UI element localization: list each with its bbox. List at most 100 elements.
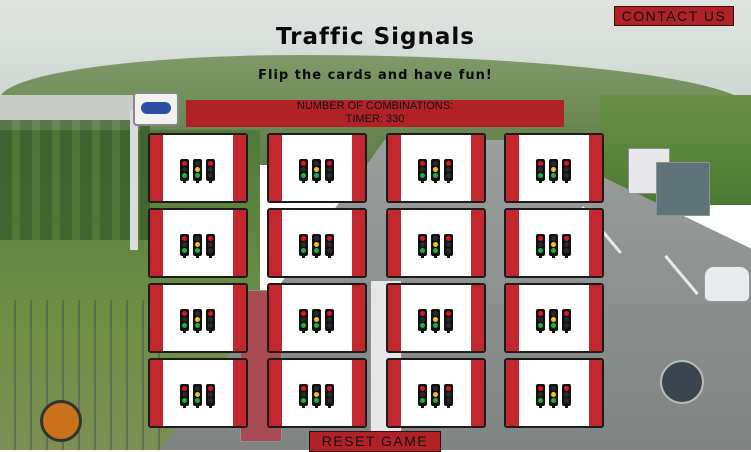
traffic-light-icon [179,234,190,258]
traffic-light-icon [311,234,322,258]
card-band-right [233,360,246,426]
card-band-left [388,285,401,351]
card-band-right [233,210,246,276]
traffic-light-icon [430,309,441,333]
card-band-right [471,135,484,201]
card-band-right [471,285,484,351]
traffic-lights-icon [417,234,457,258]
traffic-light-icon [548,384,559,408]
card-band-right [352,360,365,426]
card-band-left [269,285,282,351]
traffic-lights-icon [179,234,219,258]
traffic-lights-icon [535,234,575,258]
card-band-right [589,210,602,276]
memory-card[interactable] [386,283,486,353]
traffic-light-icon [430,159,441,183]
traffic-lights-icon [298,384,338,408]
road-sign [660,360,704,404]
traffic-light-icon [192,309,203,333]
memory-card[interactable] [504,208,604,278]
truck [656,162,710,216]
traffic-light-icon [417,234,428,258]
traffic-lights-icon [179,309,219,333]
reset-game-button[interactable]: RESET GAME [309,431,441,452]
traffic-light-icon [443,234,454,258]
traffic-light-icon [417,309,428,333]
memory-card[interactable] [504,133,604,203]
traffic-lights-icon [179,159,219,183]
memory-card[interactable] [386,133,486,203]
traffic-light-icon [561,384,572,408]
page-subtitle: Flip the cards and have fun! [258,68,493,83]
memory-card[interactable] [504,358,604,428]
memory-card[interactable] [148,358,248,428]
traffic-light-icon [535,234,546,258]
card-band-right [589,285,602,351]
card-band-left [506,360,519,426]
memory-card[interactable] [504,283,604,353]
card-band-left [388,360,401,426]
traffic-light-icon [443,159,454,183]
traffic-light-icon [298,384,309,408]
card-band-left [506,285,519,351]
combinations-counter: NUMBER OF COMBINATIONS: [296,100,454,112]
traffic-light-icon [205,234,216,258]
memory-card[interactable] [267,208,367,278]
sign-pole [130,110,138,250]
memory-card[interactable] [386,208,486,278]
traffic-light-icon [417,384,428,408]
tree-line [0,120,150,240]
card-band-right [589,135,602,201]
memory-card[interactable] [267,358,367,428]
traffic-light-icon [324,234,335,258]
traffic-light-icon [298,234,309,258]
traffic-lights-icon [417,309,457,333]
card-band-left [388,135,401,201]
traffic-light-icon [298,309,309,333]
timer: TIMER: 330 [345,113,405,125]
traffic-light-icon [417,159,428,183]
traffic-light-icon [430,234,441,258]
memory-card[interactable] [386,358,486,428]
card-band-right [233,285,246,351]
card-band-left [506,135,519,201]
traffic-light-icon [192,384,203,408]
card-band-right [352,285,365,351]
memory-card[interactable] [148,208,248,278]
traffic-light-icon [535,384,546,408]
card-band-left [150,210,163,276]
memory-card[interactable] [267,133,367,203]
traffic-lights-icon [535,309,575,333]
traffic-light-icon [535,159,546,183]
traffic-lights-icon [535,384,575,408]
card-band-left [388,210,401,276]
traffic-light-icon [324,384,335,408]
card-band-left [506,210,519,276]
card-band-left [269,360,282,426]
traffic-lights-icon [417,384,457,408]
traffic-lights-icon [298,234,338,258]
card-band-right [471,360,484,426]
traffic-lights-icon [535,159,575,183]
contact-us-button[interactable]: CONTACT US [614,6,734,26]
traffic-lights-icon [298,159,338,183]
traffic-light-icon [548,234,559,258]
memory-card[interactable] [267,283,367,353]
traffic-light-icon [443,309,454,333]
memory-card[interactable] [148,133,248,203]
traffic-light-icon [311,309,322,333]
card-band-right [352,210,365,276]
card-band-right [233,135,246,201]
traffic-light-icon [548,309,559,333]
memory-card[interactable] [148,283,248,353]
card-band-right [352,135,365,201]
traffic-lights-icon [298,309,338,333]
traffic-light-icon [205,309,216,333]
traffic-light-icon [311,384,322,408]
traffic-light-icon [430,384,441,408]
card-band-left [150,135,163,201]
gas-station-sign [133,92,179,126]
traffic-light-icon [561,309,572,333]
traffic-light-icon [192,159,203,183]
hazard-sign [40,400,82,442]
